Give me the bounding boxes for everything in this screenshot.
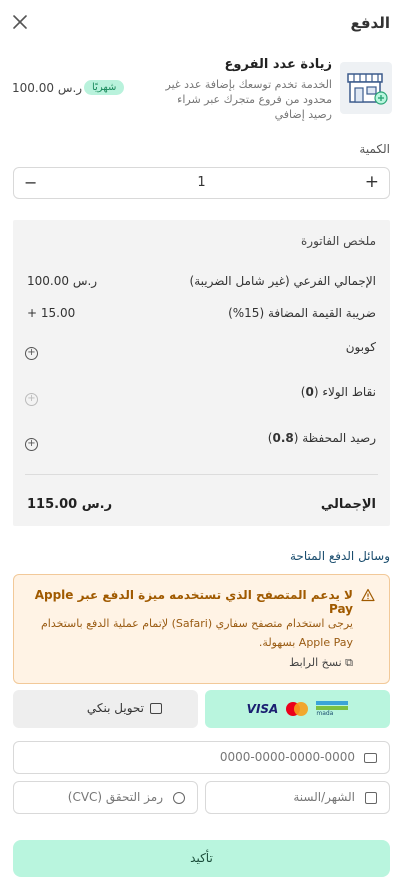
coupon-label: كوبون bbox=[345, 340, 376, 354]
warning-icon bbox=[361, 588, 375, 602]
vat-value: + 15.00 bbox=[27, 306, 76, 320]
add-loyalty-points-icon[interactable]: + bbox=[25, 393, 38, 406]
header: الدفع bbox=[0, 0, 406, 48]
total-value: 115.00 ر.س bbox=[27, 497, 113, 512]
loyalty-points-label: نقاط الولاء (0) bbox=[300, 385, 376, 399]
card-number-placeholder: 0000-0000-0000-0000 bbox=[219, 750, 355, 764]
copy-link-label: نسخ الرابط bbox=[289, 656, 342, 669]
bank-transfer-label: تحويل بنكي bbox=[86, 701, 144, 715]
lock-icon bbox=[173, 792, 185, 804]
calendar-icon bbox=[365, 792, 377, 804]
apple-pay-warning: لا يدعم المتصفح الذي تستخدمه ميزة الدفع … bbox=[13, 574, 390, 684]
copy-icon: ⧉ bbox=[345, 656, 353, 669]
warning-body: يرجى استخدام متصفح سفاري (Safari) لإتمام… bbox=[40, 617, 353, 649]
wallet-icon bbox=[150, 703, 162, 714]
warning-title: لا يدعم المتصفح الذي تستخدمه ميزة الدفع … bbox=[34, 588, 353, 616]
quantity-stepper: − 1 + bbox=[13, 167, 390, 199]
cvc-field[interactable]: رمز التحقق (CVC) bbox=[13, 781, 198, 814]
confirm-button[interactable]: تأكيد bbox=[13, 840, 390, 877]
card-payment-option[interactable]: VISA mada bbox=[205, 690, 390, 728]
bank-transfer-option[interactable]: تحويل بنكي bbox=[13, 690, 198, 728]
mada-logo: mada bbox=[316, 701, 349, 717]
subtotal-label: الإجمالي الفرعي (غير شامل الضريبة) bbox=[189, 274, 376, 288]
divider bbox=[25, 474, 378, 475]
quantity-value[interactable]: 1 bbox=[14, 175, 389, 190]
product-summary: زيادة عدد الفروع الخدمة تخدم توسعك بإضاف… bbox=[12, 56, 392, 124]
credit-card-icon bbox=[364, 753, 377, 763]
expiry-placeholder: الشهر/السنة bbox=[293, 790, 355, 804]
product-name: زيادة عدد الفروع bbox=[224, 57, 332, 72]
payment-methods-title: وسائل الدفع المتاحة bbox=[289, 549, 390, 563]
add-wallet-balance-icon[interactable]: + bbox=[25, 438, 38, 451]
copy-link-button[interactable]: ⧉ نسخ الرابط bbox=[289, 656, 353, 670]
total-label: الإجمالي bbox=[320, 497, 376, 512]
expiry-field[interactable]: الشهر/السنة bbox=[205, 781, 390, 814]
close-icon[interactable] bbox=[10, 12, 30, 32]
product-price: 100.00 ر.س bbox=[12, 81, 83, 95]
loyalty-points-value: 0 bbox=[305, 385, 314, 399]
wallet-balance-value: 0.8 bbox=[272, 431, 294, 445]
wallet-balance-label: رصيد المحفظة (0.8) bbox=[267, 431, 376, 445]
invoice-title: ملخص الفاتورة bbox=[301, 234, 376, 248]
quantity-label: الكمية bbox=[359, 142, 390, 156]
card-number-field[interactable]: 0000-0000-0000-0000 bbox=[13, 741, 390, 774]
product-description: الخدمة تخدم توسعك بإضافة عدد غير محدود م… bbox=[165, 78, 332, 121]
add-coupon-icon[interactable]: + bbox=[25, 347, 38, 360]
store-plus-icon bbox=[340, 62, 392, 114]
vat-label: ضريبة القيمة المضافة (15%) bbox=[228, 306, 376, 320]
billing-badge: شهريًا bbox=[84, 80, 125, 95]
cvc-placeholder: رمز التحقق (CVC) bbox=[67, 790, 163, 804]
increase-quantity-button[interactable]: + bbox=[365, 172, 379, 192]
page-title: الدفع bbox=[350, 14, 390, 32]
subtotal-value: 100.00 ر.س bbox=[27, 274, 98, 288]
visa-logo: VISA bbox=[246, 702, 279, 716]
mastercard-logo bbox=[286, 702, 309, 716]
invoice-summary: ملخص الفاتورة الإجمالي الفرعي (غير شامل … bbox=[13, 220, 390, 526]
